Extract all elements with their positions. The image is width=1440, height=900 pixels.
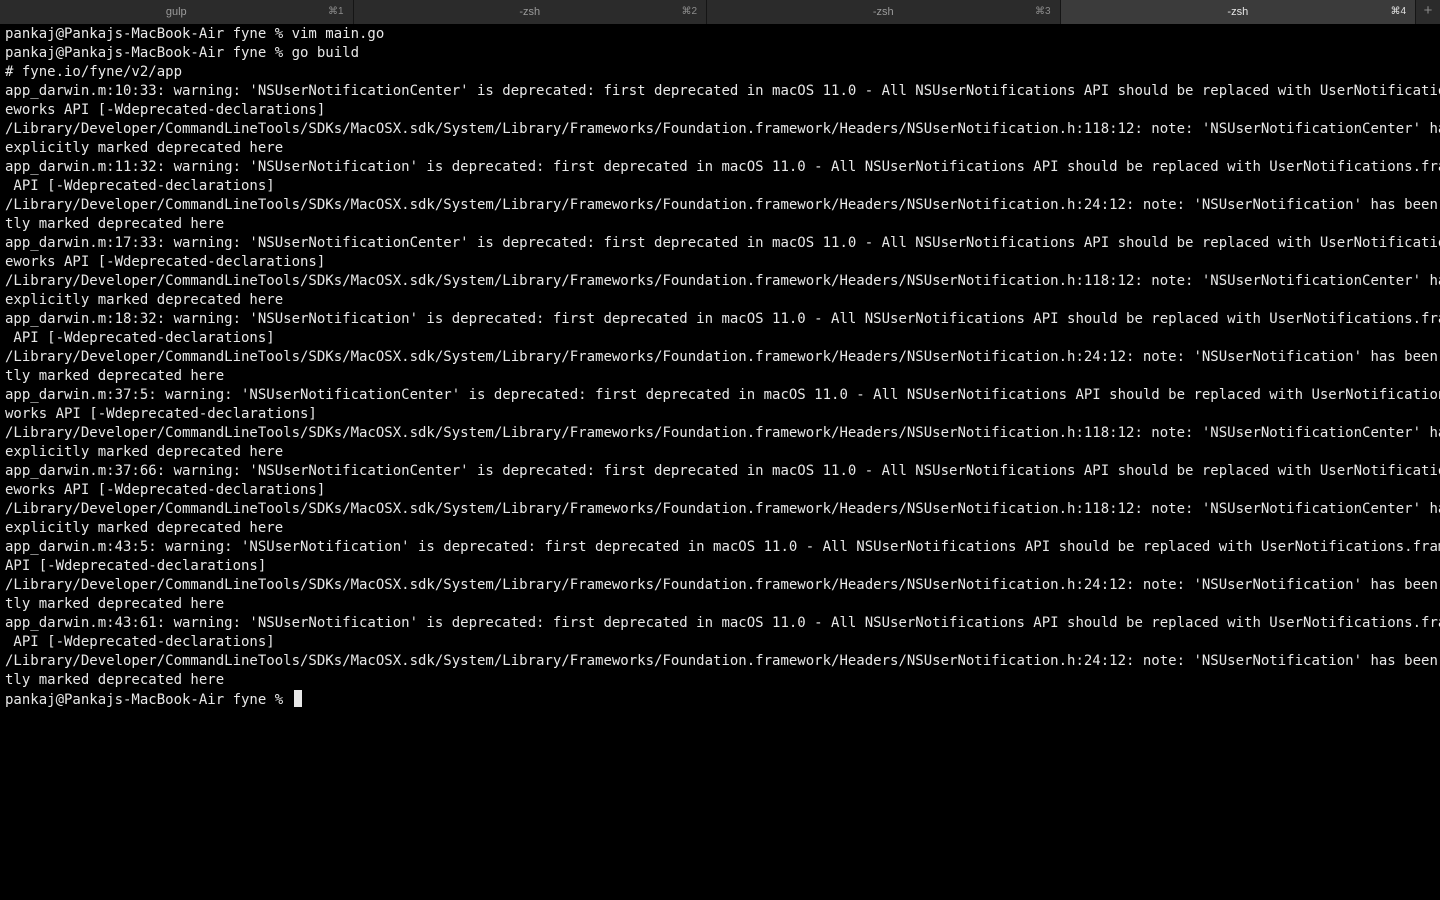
text-cursor <box>293 690 302 707</box>
terminal-line: app_darwin.m:11:32: warning: 'NSUserNoti… <box>5 159 1440 175</box>
tab-title: -zsh <box>872 6 894 18</box>
shell-prompt: pankaj@Pankajs-MacBook-Air fyne % <box>5 692 292 708</box>
terminal-window: gulp ⌘1 -zsh ⌘2 -zsh ⌘3 -zsh ⌘4 + pankaj… <box>0 0 1440 900</box>
terminal-prompt-line[interactable]: pankaj@Pankajs-MacBook-Air fyne % <box>5 690 1440 709</box>
terminal-line: API [-Wdeprecated-declarations] <box>5 178 275 194</box>
tab-zsh-4-active[interactable]: -zsh ⌘4 <box>1060 0 1417 24</box>
terminal-line: tly marked deprecated here <box>5 216 225 232</box>
terminal-line: tly marked deprecated here <box>5 596 225 612</box>
terminal-line: /Library/Developer/CommandLineTools/SDKs… <box>5 273 1440 289</box>
tab-title: -zsh <box>519 6 541 18</box>
terminal-line: pankaj@Pankajs-MacBook-Air fyne % vim ma… <box>5 26 385 42</box>
tab-shortcut: ⌘4 <box>1390 6 1407 17</box>
terminal-line: app_darwin.m:18:32: warning: 'NSUserNoti… <box>5 311 1440 327</box>
tab-shortcut: ⌘3 <box>1034 6 1051 17</box>
terminal-line: /Library/Developer/CommandLineTools/SDKs… <box>5 501 1440 517</box>
terminal-line: explicitly marked deprecated here <box>5 292 284 308</box>
terminal-line: API [-Wdeprecated-declarations] <box>5 558 267 574</box>
terminal-line: app_darwin.m:37:66: warning: 'NSUserNoti… <box>5 463 1440 479</box>
terminal-line: explicitly marked deprecated here <box>5 520 284 536</box>
terminal-line: /Library/Developer/CommandLineTools/SDKs… <box>5 121 1440 137</box>
tab-title: -zsh <box>1227 6 1249 18</box>
terminal-line: API [-Wdeprecated-declarations] <box>5 634 275 650</box>
terminal-line: /Library/Developer/CommandLineTools/SDKs… <box>5 577 1440 593</box>
tab-shortcut: ⌘1 <box>327 6 344 17</box>
terminal-line: app_darwin.m:37:5: warning: 'NSUserNotif… <box>5 387 1440 403</box>
terminal-line: app_darwin.m:43:5: warning: 'NSUserNotif… <box>5 539 1440 555</box>
tab-title: gulp <box>165 6 187 18</box>
terminal-line: # fyne.io/fyne/v2/app <box>5 64 183 80</box>
terminal-line: eworks API [-Wdeprecated-declarations] <box>5 482 326 498</box>
terminal-line: app_darwin.m:10:33: warning: 'NSUserNoti… <box>5 83 1440 99</box>
terminal-line: tly marked deprecated here <box>5 368 225 384</box>
terminal-line: explicitly marked deprecated here <box>5 140 284 156</box>
tab-bar: gulp ⌘1 -zsh ⌘2 -zsh ⌘3 -zsh ⌘4 + <box>0 0 1440 24</box>
terminal-line: /Library/Developer/CommandLineTools/SDKs… <box>5 349 1440 365</box>
terminal-line: pankaj@Pankajs-MacBook-Air fyne % go bui… <box>5 45 360 61</box>
terminal-line: eworks API [-Wdeprecated-declarations] <box>5 254 326 270</box>
terminal-line: /Library/Developer/CommandLineTools/SDKs… <box>5 653 1440 669</box>
terminal-line: /Library/Developer/CommandLineTools/SDKs… <box>5 197 1440 213</box>
plus-icon[interactable]: + <box>1416 0 1440 24</box>
terminal-line: eworks API [-Wdeprecated-declarations] <box>5 102 326 118</box>
tab-zsh-2[interactable]: -zsh ⌘2 <box>353 0 708 24</box>
terminal-line: API [-Wdeprecated-declarations] <box>5 330 275 346</box>
terminal-line: /Library/Developer/CommandLineTools/SDKs… <box>5 425 1440 441</box>
terminal-line: app_darwin.m:43:61: warning: 'NSUserNoti… <box>5 615 1440 631</box>
terminal-output[interactable]: pankaj@Pankajs-MacBook-Air fyne % vim ma… <box>0 25 1440 900</box>
terminal-line: tly marked deprecated here <box>5 672 225 688</box>
terminal-line: works API [-Wdeprecated-declarations] <box>5 406 317 422</box>
terminal-line: explicitly marked deprecated here <box>5 444 284 460</box>
tab-shortcut: ⌘2 <box>681 6 698 17</box>
tab-zsh-3[interactable]: -zsh ⌘3 <box>707 0 1061 24</box>
tab-gulp[interactable]: gulp ⌘1 <box>0 0 354 24</box>
terminal-line: app_darwin.m:17:33: warning: 'NSUserNoti… <box>5 235 1440 251</box>
